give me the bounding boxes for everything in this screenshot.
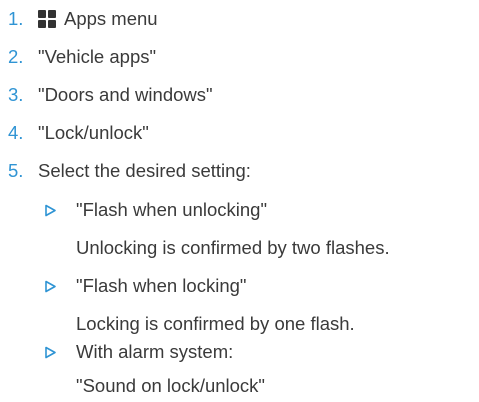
step-text: "Vehicle apps" [38, 46, 157, 67]
step-3: 3. "Doors and windows" [8, 83, 213, 107]
option-flash-unlocking: "Flash when unlocking" [44, 198, 267, 222]
triangle-bullet-icon [44, 280, 76, 293]
step-number: 4. [8, 122, 24, 143]
option-alarm-system: With alarm system: [44, 340, 233, 364]
step-number: 5. [8, 160, 24, 181]
step-number: 3. [8, 84, 24, 105]
step-1: 1. Apps menu [8, 7, 158, 31]
step-5: 5. Select the desired setting: [8, 159, 251, 183]
instruction-list: 1. Apps menu 2. "Vehicle apps" 3. "Doors… [0, 0, 479, 402]
option-detail: Unlocking is confirmed by two flashes. [76, 237, 390, 258]
step-4: 4. "Lock/unlock" [8, 121, 149, 145]
option-detail: Locking is confirmed by one flash. [76, 313, 355, 334]
option-title: "Flash when locking" [76, 275, 247, 296]
step-text: Apps menu [64, 8, 158, 29]
triangle-bullet-icon [44, 204, 76, 217]
option-title: "Flash when unlocking" [76, 199, 268, 220]
step-text: "Lock/unlock" [38, 122, 149, 143]
step-number: 1. [8, 8, 24, 29]
option-title: With alarm system: [76, 341, 234, 362]
step-text: "Doors and windows" [38, 84, 213, 105]
triangle-bullet-icon [44, 346, 76, 359]
option-detail: "Sound on lock/unlock" [76, 375, 266, 396]
step-number: 2. [8, 46, 24, 67]
step-2: 2. "Vehicle apps" [8, 45, 156, 69]
option-flash-locking: "Flash when locking" [44, 274, 246, 298]
apps-menu-icon [38, 10, 56, 28]
step-text: Select the desired setting: [38, 160, 251, 181]
